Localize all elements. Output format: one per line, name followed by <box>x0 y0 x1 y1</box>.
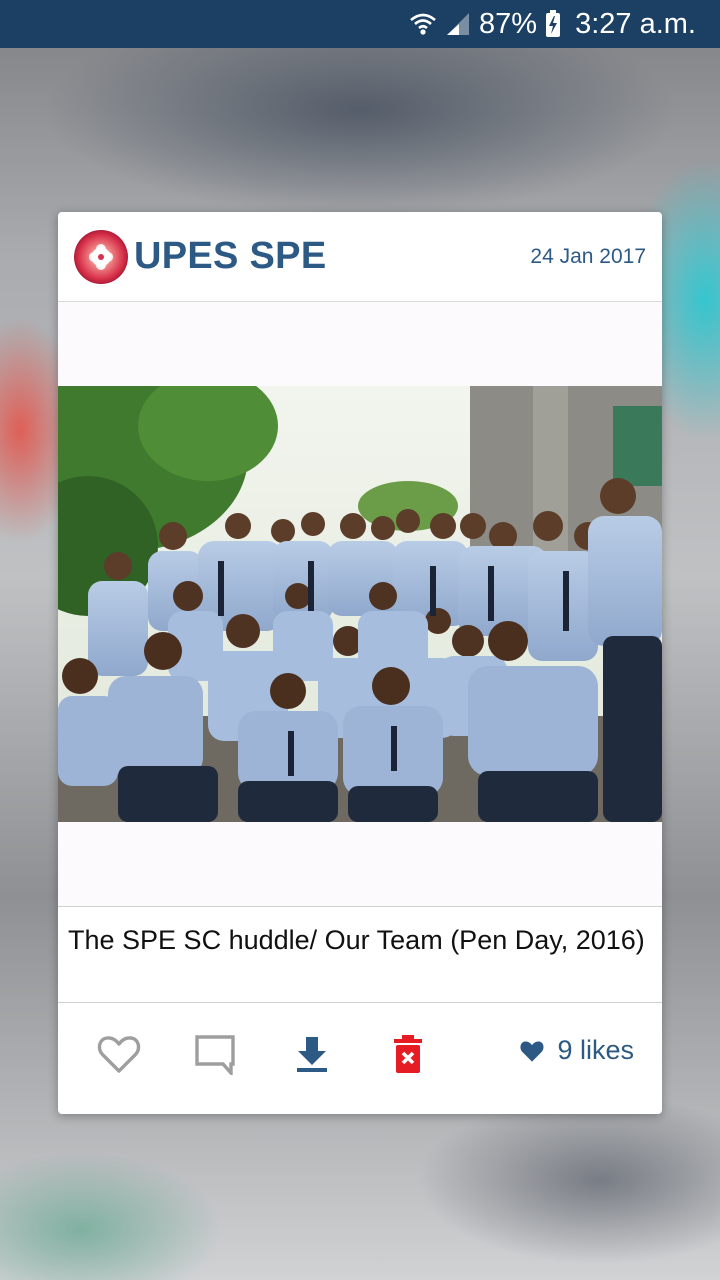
heart-outline-icon <box>97 1036 141 1073</box>
likes-label: 9 likes <box>557 1035 634 1065</box>
comment-icon <box>195 1035 235 1075</box>
avatar[interactable] <box>74 229 128 284</box>
battery-charging-icon <box>545 10 561 38</box>
like-button[interactable] <box>96 1031 142 1077</box>
post-actions: 9 likes <box>58 1003 662 1113</box>
download-button[interactable] <box>289 1031 335 1077</box>
comment-button[interactable] <box>192 1031 238 1077</box>
delete-button[interactable] <box>385 1031 431 1077</box>
author-name[interactable]: UPES SPE <box>134 235 326 278</box>
download-icon <box>297 1037 327 1072</box>
clock: 3:27 a.m. <box>575 7 696 40</box>
post-header: UPES SPE 24 Jan 2017 <box>58 212 662 302</box>
wifi-icon <box>409 11 437 37</box>
media-area <box>58 302 662 907</box>
post-caption: The SPE SC huddle/ Our Team (Pen Day, 20… <box>58 907 662 1003</box>
signal-icon <box>445 11 471 37</box>
status-bar: 87% 3:27 a.m. <box>0 0 720 48</box>
likes-count[interactable]: 9 likes <box>519 1035 634 1066</box>
post-date: 24 Jan 2017 <box>530 244 646 268</box>
post-card: UPES SPE 24 Jan 2017 The SPE SC huddle/ … <box>58 212 662 1114</box>
heart-filled-icon <box>520 1040 544 1062</box>
battery-percent: 87% <box>479 7 538 40</box>
group-photo[interactable] <box>58 386 662 822</box>
trash-icon <box>394 1035 422 1073</box>
